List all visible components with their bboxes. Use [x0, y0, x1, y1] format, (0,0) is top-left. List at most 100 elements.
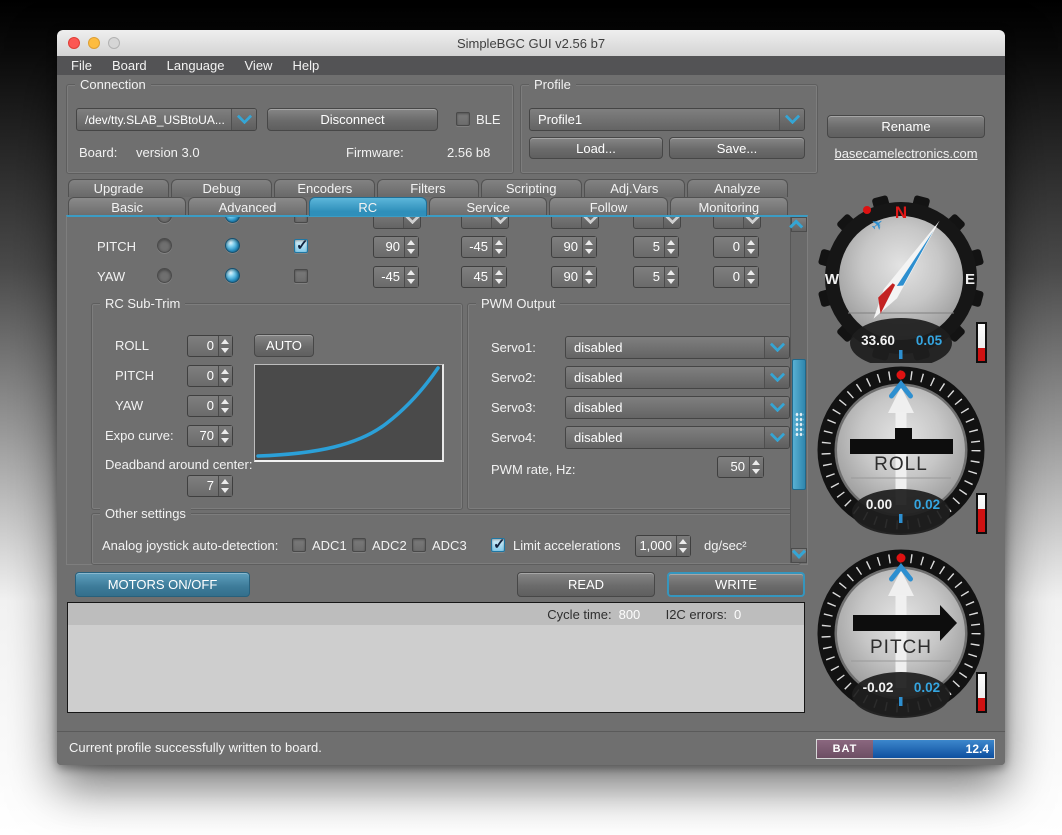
expo-curve-spinner[interactable]: 70 [187, 425, 233, 447]
motors-on-off-button[interactable]: MOTORS ON/OFF [75, 572, 250, 597]
chevron-box[interactable] [764, 427, 789, 448]
spinner-stepper[interactable] [676, 536, 690, 556]
spinner-stepper[interactable] [218, 336, 232, 356]
spinner-stepper[interactable] [218, 426, 232, 446]
roll-radio-2[interactable] [225, 217, 240, 223]
subtrim-pitch-spinner[interactable]: 0 [187, 365, 233, 387]
profile-select[interactable]: Profile1 [529, 108, 805, 131]
write-button[interactable]: WRITE [667, 572, 805, 597]
pitch-invert-checkbox[interactable] [294, 239, 308, 253]
servo1-select[interactable]: disabled [565, 336, 790, 359]
tab-analyze[interactable]: Analyze [687, 179, 788, 197]
auto-button[interactable]: AUTO [254, 334, 314, 357]
serial-port-select[interactable]: /dev/tty.SLAB_USBtoUA... [76, 108, 257, 131]
pitch-radio-1[interactable] [157, 238, 172, 253]
tab-filters[interactable]: Filters [377, 179, 478, 197]
yaw-spin-1[interactable]: -45 [373, 266, 419, 288]
tab-adjvars[interactable]: Adj.Vars [584, 179, 685, 197]
load-button[interactable]: Load... [529, 137, 663, 159]
menu-view[interactable]: View [235, 58, 283, 73]
deadband-spinner[interactable]: 7 [187, 475, 233, 497]
yaw-spin-3[interactable]: 90 [551, 266, 597, 288]
spinner-stepper[interactable] [404, 237, 418, 257]
tab-advanced[interactable]: Advanced [188, 197, 306, 216]
yaw-radio-1[interactable] [157, 268, 172, 283]
spinner-stepper[interactable] [664, 267, 678, 287]
servo4-select[interactable]: disabled [565, 426, 790, 449]
spinner-stepper[interactable] [664, 237, 678, 257]
subtrim-roll-spinner[interactable]: 0 [187, 335, 233, 357]
adc2-checkbox[interactable] [352, 538, 366, 552]
tab-follow[interactable]: Follow [549, 197, 667, 216]
spinner-stepper[interactable] [404, 267, 418, 287]
disconnect-button[interactable]: Disconnect [267, 108, 438, 131]
roll-combo-3[interactable] [551, 217, 599, 229]
minimize-window-button[interactable] [88, 37, 100, 49]
tab-basic[interactable]: Basic [68, 197, 186, 216]
spinner-stepper[interactable] [218, 476, 232, 496]
tab-service[interactable]: Service [429, 197, 547, 216]
roll-checkbox[interactable] [294, 217, 308, 223]
limit-accel-checkbox[interactable] [491, 538, 505, 552]
chevron-box[interactable] [764, 367, 789, 388]
other-settings-group-label: Other settings [100, 506, 191, 521]
basecam-link[interactable]: basecamelectronics.com [827, 146, 985, 161]
tab-upgrade[interactable]: Upgrade [68, 179, 169, 197]
spinner-stepper[interactable] [744, 267, 758, 287]
spinner-stepper[interactable] [218, 366, 232, 386]
spinner-stepper[interactable] [582, 267, 596, 287]
scroll-down-button[interactable] [791, 548, 807, 563]
pitch-spin-5[interactable]: 0 [713, 236, 759, 258]
spinner-stepper[interactable] [749, 457, 763, 477]
spinner-stepper[interactable] [492, 267, 506, 287]
zoom-window-button[interactable] [108, 37, 120, 49]
menu-board[interactable]: Board [102, 58, 157, 73]
roll-combo-2[interactable] [461, 217, 509, 229]
spinner-stepper[interactable] [744, 237, 758, 257]
chevron-box[interactable] [764, 337, 789, 358]
read-button[interactable]: READ [517, 572, 655, 597]
yaw-spin-2[interactable]: 45 [461, 266, 507, 288]
tab-scripting[interactable]: Scripting [481, 179, 582, 197]
chevron-box[interactable] [764, 397, 789, 418]
yaw-spin-5[interactable]: 0 [713, 266, 759, 288]
roll-combo-1[interactable] [373, 217, 421, 229]
ble-checkbox[interactable] [456, 112, 470, 126]
pitch-spin-4[interactable]: 5 [633, 236, 679, 258]
roll-combo-4[interactable] [633, 217, 681, 229]
adc3-checkbox[interactable] [412, 538, 426, 552]
menu-language[interactable]: Language [157, 58, 235, 73]
yaw-spin-4[interactable]: 5 [633, 266, 679, 288]
subtrim-yaw-spinner[interactable]: 0 [187, 395, 233, 417]
scroll-up-button[interactable] [791, 217, 807, 232]
pitch-spin-2[interactable]: -45 [461, 236, 507, 258]
save-button[interactable]: Save... [669, 137, 805, 159]
pitch-spin-3[interactable]: 90 [551, 236, 597, 258]
roll-radio-1[interactable] [157, 217, 172, 223]
spinner-stepper[interactable] [582, 237, 596, 257]
tab-rc[interactable]: RC [309, 197, 427, 216]
menu-help[interactable]: Help [282, 58, 329, 73]
servo2-select[interactable]: disabled [565, 366, 790, 389]
chevron-box[interactable] [231, 109, 256, 130]
yaw-invert-checkbox[interactable] [294, 269, 308, 283]
chevron-box[interactable] [779, 109, 804, 130]
pitch-radio-2[interactable] [225, 238, 240, 253]
pitch-spin-1[interactable]: 90 [373, 236, 419, 258]
close-window-button[interactable] [68, 37, 80, 49]
accel-limit-spinner[interactable]: 1,000 [635, 535, 691, 557]
roll-combo-5[interactable] [713, 217, 761, 229]
menu-file[interactable]: File [61, 58, 102, 73]
rename-button[interactable]: Rename [827, 115, 985, 138]
tab-debug[interactable]: Debug [171, 179, 272, 197]
panel-scrollbar[interactable] [790, 217, 807, 563]
tab-encoders[interactable]: Encoders [274, 179, 375, 197]
adc1-checkbox[interactable] [292, 538, 306, 552]
yaw-radio-2[interactable] [225, 268, 240, 283]
spinner-stepper[interactable] [492, 237, 506, 257]
spinner-stepper[interactable] [218, 396, 232, 416]
pwm-rate-spinner[interactable]: 50 [717, 456, 764, 478]
tab-monitoring[interactable]: Monitoring [670, 197, 788, 216]
scrollbar-thumb[interactable] [792, 359, 806, 490]
servo3-select[interactable]: disabled [565, 396, 790, 419]
